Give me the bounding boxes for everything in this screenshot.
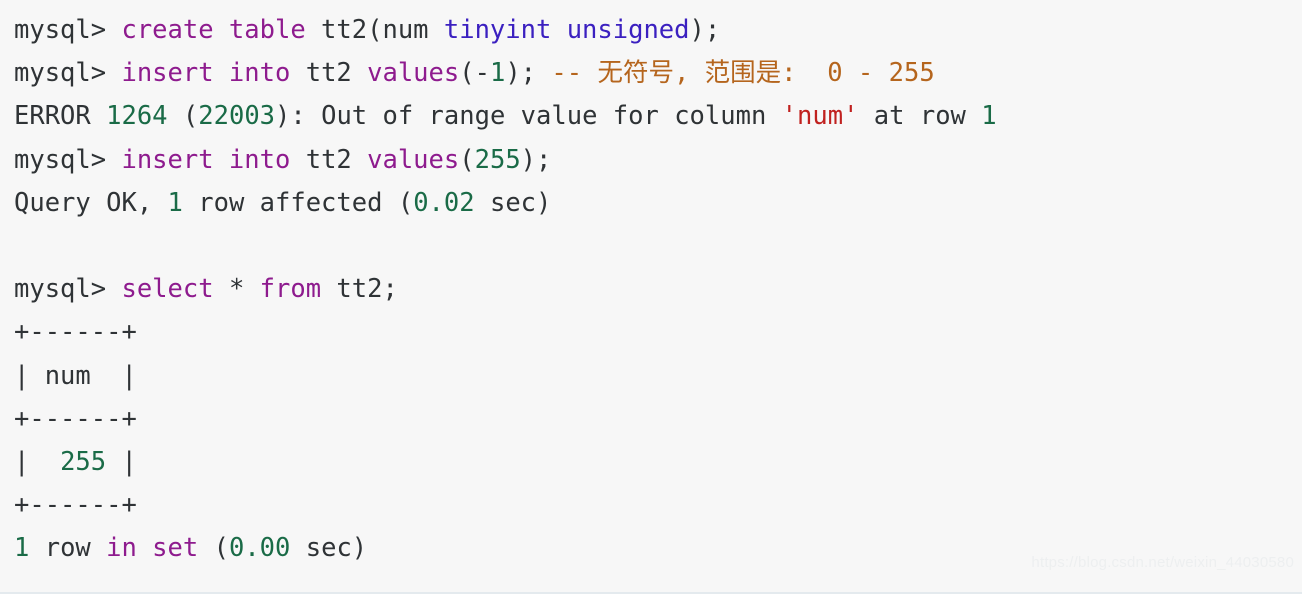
line-9-header-seg-0: | num | bbox=[14, 360, 137, 391]
line-13-row-in-set-seg-4: 0.00 bbox=[228, 533, 291, 564]
line-2-insert-negative-seg-0: mysql> bbox=[14, 58, 122, 89]
line-13-row-in-set-seg-5: sec) bbox=[290, 533, 368, 564]
line-3-error-seg-0: ERROR bbox=[14, 101, 107, 132]
line-3-error: ERROR 1264 (22003): Out of range value f… bbox=[14, 95, 997, 138]
line-13-row-in-set-seg-3: ( bbox=[198, 533, 229, 564]
line-5-query-ok-seg-1: 1 bbox=[167, 187, 183, 218]
line-6-blank-seg-0 bbox=[14, 231, 29, 261]
line-2-insert-negative-seg-6: ); bbox=[505, 58, 552, 89]
line-2-insert-negative-seg-5: 1 bbox=[489, 58, 506, 89]
line-3-error-seg-4: ): Out of range value for column bbox=[275, 101, 782, 132]
line-4-insert-255-seg-2: tt2 bbox=[290, 144, 368, 175]
line-4-insert-255-seg-5: 255 bbox=[474, 144, 521, 175]
line-4-insert-255-seg-1: insert into bbox=[121, 144, 291, 175]
line-4-insert-255-seg-3: values bbox=[367, 144, 460, 175]
line-11-row-255-seg-1: 255 bbox=[60, 446, 107, 477]
line-1-create-table-seg-0: mysql> bbox=[14, 15, 122, 45]
line-5-query-ok-seg-4: sec) bbox=[474, 187, 552, 218]
line-13-row-in-set-seg-1: row bbox=[29, 533, 107, 564]
line-10-separator-mid-seg-0: +------+ bbox=[14, 403, 137, 434]
line-5-query-ok: Query OK, 1 row affected (0.02 sec) bbox=[14, 182, 997, 225]
line-9-header: | num | bbox=[14, 355, 997, 398]
line-3-error-seg-7: 1 bbox=[981, 101, 997, 132]
line-7-select-seg-4: tt2; bbox=[321, 274, 398, 305]
line-13-row-in-set-seg-2: in set bbox=[106, 533, 199, 564]
line-6-blank bbox=[14, 225, 997, 268]
line-4-insert-255-seg-4: ( bbox=[459, 144, 475, 175]
line-10-separator-mid: +------+ bbox=[14, 398, 997, 441]
line-3-error-seg-5: 'num' bbox=[781, 101, 859, 132]
line-2-insert-negative-seg-3: values bbox=[367, 58, 460, 89]
line-1-create-table-seg-1: create table bbox=[121, 15, 306, 45]
line-11-row-255: | 255 | bbox=[14, 441, 997, 484]
line-1-create-table: mysql> create table tt2(num tinyint unsi… bbox=[14, 9, 997, 52]
line-11-row-255-seg-0: | bbox=[14, 446, 61, 477]
line-4-insert-255-seg-0: mysql> bbox=[14, 144, 122, 175]
line-12-separator-bottom: +------+ bbox=[14, 484, 997, 527]
line-5-query-ok-seg-3: 0.02 bbox=[413, 187, 475, 218]
line-2-insert-negative-seg-1: insert into bbox=[121, 58, 291, 89]
line-12-separator-bottom-seg-0: +------+ bbox=[14, 490, 137, 521]
terminal-output-pane[interactable]: mysql> create table tt2(num tinyint unsi… bbox=[0, 0, 1302, 594]
line-7-select: mysql> select * from tt2; bbox=[14, 268, 997, 311]
line-13-row-in-set: 1 row in set (0.00 sec) bbox=[14, 527, 997, 570]
line-4-insert-255-seg-6: ); bbox=[520, 144, 552, 175]
line-2-insert-negative-seg-4: (- bbox=[459, 58, 490, 89]
line-2-insert-negative-seg-2: tt2 bbox=[290, 58, 368, 89]
line-7-select-seg-0: mysql> bbox=[14, 274, 122, 305]
line-2-insert-negative: mysql> insert into tt2 values(-1); -- 无符… bbox=[14, 52, 997, 95]
line-5-query-ok-seg-0: Query OK, bbox=[14, 187, 168, 218]
line-8-separator-top: +------+ bbox=[14, 311, 997, 354]
line-7-select-seg-2: * bbox=[213, 274, 260, 305]
line-4-insert-255: mysql> insert into tt2 values(255); bbox=[14, 139, 997, 182]
terminal-line-list: mysql> create table tt2(num tinyint unsi… bbox=[14, 9, 997, 570]
line-3-error-seg-6: at row bbox=[858, 101, 982, 132]
line-13-row-in-set-seg-0: 1 bbox=[14, 533, 30, 564]
line-1-create-table-seg-2: tt2(num bbox=[305, 15, 444, 45]
line-7-select-seg-1: select bbox=[121, 274, 214, 305]
line-1-create-table-seg-4: ); bbox=[689, 15, 721, 45]
line-2-insert-negative-seg-7: -- 无符号, 范围是: 0 - 255 bbox=[551, 58, 935, 89]
line-5-query-ok-seg-2: row affected ( bbox=[182, 187, 414, 218]
line-1-create-table-seg-3: tinyint unsigned bbox=[443, 15, 690, 45]
line-7-select-seg-3: from bbox=[259, 274, 322, 305]
line-3-error-seg-2: ( bbox=[167, 101, 199, 132]
line-3-error-seg-3: 22003 bbox=[198, 101, 276, 132]
watermark-text: https://blog.csdn.net/weixin_44030580 bbox=[1031, 553, 1294, 571]
line-8-separator-top-seg-0: +------+ bbox=[14, 317, 137, 348]
line-3-error-seg-1: 1264 bbox=[106, 101, 168, 132]
line-11-row-255-seg-2: | bbox=[106, 446, 137, 477]
